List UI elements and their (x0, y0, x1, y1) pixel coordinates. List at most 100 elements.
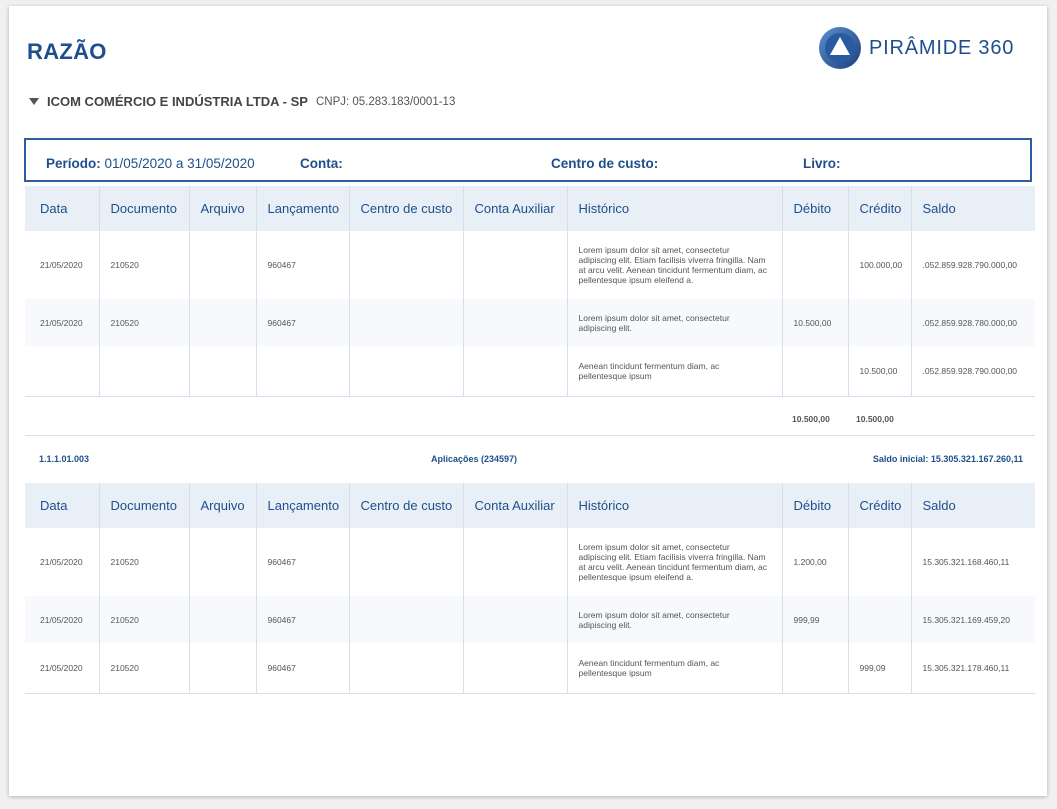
col-credito-header[interactable]: Crédito (847, 483, 911, 528)
col-arquivo-cell (188, 528, 256, 596)
col-arquivo-cell (188, 346, 256, 397)
col-documento-cell: 210520 (98, 299, 189, 346)
col-historico-cell: Lorem ipsum dolor sit amet, consectetur … (566, 299, 782, 346)
col-lancamento-cell: 960467 (255, 596, 349, 643)
col-data-cell (25, 346, 99, 397)
col-saldo-cell: 15.305.321.178.460,11 (910, 643, 1035, 694)
col-documento-cell (98, 346, 189, 397)
col-credito-header[interactable]: Crédito (847, 186, 911, 231)
table-row[interactable]: 21/05/2020 210520 960467 Lorem ipsum dolor … (25, 596, 1035, 643)
totals-row: 10.500,00 10.500,00 (25, 397, 1035, 436)
col-documento-cell: 210520 (98, 596, 189, 643)
col-lancamento-cell (255, 346, 349, 397)
col-data-header[interactable]: Data (25, 186, 99, 231)
col-conta-auxiliar-cell (462, 596, 567, 643)
col-arquivo-cell (188, 596, 256, 643)
col-saldo-cell: .052.859.928.780.000,00 (910, 299, 1035, 346)
col-data-header[interactable]: Data (25, 483, 99, 528)
col-historico-cell: Lorem ipsum dolor sit amet, consectetur … (566, 596, 782, 643)
col-data-cell: 21/05/2020 (25, 643, 99, 694)
col-debito-cell: 1.200,00 (781, 528, 848, 596)
col-conta-auxiliar-cell (462, 643, 567, 694)
col-arquivo-header[interactable]: Arquivo (188, 186, 256, 231)
col-historico-cell: Lorem ipsum dolor sit amet, consectetur … (566, 231, 782, 299)
col-credito-cell (847, 299, 911, 346)
col-credito-cell (847, 528, 911, 596)
account-row: 1.1.1.01.003 Aplicações (234597) Saldo i… (25, 444, 1035, 474)
col-credito-cell: 999,09 (847, 643, 911, 694)
col-centro-custo-cell (348, 231, 463, 299)
table-row[interactable]: 21/05/2020 210520 960467 Lorem ipsum dolor … (25, 231, 1035, 299)
col-data-cell: 21/05/2020 (40, 260, 83, 270)
col-credito-cell: 100.000,00 (847, 231, 911, 299)
col-saldo-cell: 15.305.321.169.459,20 (910, 596, 1035, 643)
col-centro-custo-cell (348, 299, 463, 346)
col-centro-custo-cell (348, 346, 463, 397)
table-row[interactable]: 21/05/2020 210520 960467 Lorem ipsum dolor … (25, 528, 1035, 596)
col-saldo-header[interactable]: Saldo (910, 186, 1035, 231)
col-documento-cell: 210520 (98, 231, 189, 299)
col-lancamento-header[interactable]: Lançamento (255, 186, 349, 231)
col-centro-custo-cell (348, 643, 463, 694)
col-data-cell: 21/05/2020 (40, 557, 83, 567)
periodo-label: Período: (46, 156, 101, 171)
col-arquivo-header[interactable]: Arquivo (188, 483, 256, 528)
col-saldo-cell: 15.305.321.168.460,11 (910, 528, 1035, 596)
account-code: 1.1.1.01.003 (39, 454, 90, 464)
col-debito-cell: 10.500,00 (781, 299, 848, 346)
table-header-row: Data Documento Arquivo Lançamento Centro de … (25, 483, 1035, 528)
brand-name: PIRÂMIDE 360 (869, 36, 1015, 59)
page-title: RAZÃO (27, 39, 107, 64)
col-documento-header[interactable]: Documento (98, 186, 189, 231)
table-row[interactable]: Aenean tincidunt fermentum diam, ac pell… (25, 346, 1035, 397)
col-historico-cell: Lorem ipsum dolor sit amet, consectetur … (566, 528, 782, 596)
caret-down-icon[interactable] (29, 98, 39, 105)
col-arquivo-cell (188, 299, 256, 346)
col-conta-auxiliar-header[interactable]: Conta Auxiliar (462, 483, 567, 528)
col-saldo-cell: .052.859.928.790.000,00 (910, 346, 1035, 397)
col-credito-cell (847, 596, 911, 643)
saldo-inicial: Saldo inicial: 15.305.321.167.260,11 (872, 454, 1023, 464)
company-header[interactable]: ICOM COMÉRCIO E INDÚSTRIA LTDA - SP CNPJ… (29, 94, 455, 109)
col-debito-cell (781, 346, 848, 397)
filter-centro-custo: Centro de custo: (551, 156, 659, 171)
brand-logo: PIRÂMIDE 360 (818, 26, 1014, 70)
col-historico-header[interactable]: Histórico (566, 483, 782, 528)
col-debito-cell: 999,99 (781, 596, 848, 643)
table-header-row: Data Documento Arquivo Lançamento Centro de … (25, 186, 1035, 231)
col-data-cell: 21/05/2020 (25, 299, 99, 346)
col-centro-custo-header[interactable]: Centro de custo (348, 483, 463, 528)
col-credito-cell: 10.500,00 (847, 346, 911, 397)
filter-periodo: Período: 01/05/2020 a 31/05/2020 (46, 156, 255, 171)
total-credito: 10.500,00 (856, 414, 894, 424)
table-row[interactable]: 21/05/2020 210520 960467 Lorem ipsum dolor … (25, 299, 1035, 346)
pyramid-logo-icon (819, 27, 861, 69)
col-centro-custo-cell (348, 596, 463, 643)
col-saldo-cell: .052.859.928.790.000,00 (910, 231, 1035, 299)
total-debito: 10.500,00 (792, 414, 830, 424)
col-historico-header[interactable]: Histórico (566, 186, 782, 231)
col-historico-cell: Aenean tincidunt fermentum diam, ac pell… (566, 346, 782, 397)
col-debito-header[interactable]: Débito (781, 186, 848, 231)
col-conta-auxiliar-cell (462, 231, 567, 299)
col-conta-auxiliar-header[interactable]: Conta Auxiliar (462, 186, 567, 231)
ledger-table-1: Data Documento Arquivo Lançamento Centro de … (25, 186, 1035, 397)
filter-bar: Período: 01/05/2020 a 31/05/2020 Conta: … (24, 138, 1032, 182)
col-saldo-header[interactable]: Saldo (910, 483, 1035, 528)
col-lancamento-cell: 960467 (255, 528, 349, 596)
col-documento-header[interactable]: Documento (98, 483, 189, 528)
periodo-value: 01/05/2020 a 31/05/2020 (104, 156, 255, 171)
col-centro-custo-header[interactable]: Centro de custo (348, 186, 463, 231)
col-lancamento-header[interactable]: Lançamento (255, 483, 349, 528)
col-debito-header[interactable]: Débito (781, 483, 848, 528)
ledger-table-2: Data Documento Arquivo Lançamento Centro de … (25, 483, 1035, 694)
col-conta-auxiliar-cell (462, 346, 567, 397)
col-data-cell: 21/05/2020 (25, 596, 99, 643)
col-arquivo-cell (188, 643, 256, 694)
ledger-report: RAZÃO PIRÂMIDE 360 ICOM COMÉRCIO E INDÚS… (9, 6, 1047, 796)
table-row[interactable]: 21/05/2020 210520 960467 Aenean tincidunt f… (25, 643, 1035, 694)
company-name: ICOM COMÉRCIO E INDÚSTRIA LTDA - SP (47, 94, 308, 109)
col-debito-cell (781, 231, 848, 299)
col-centro-custo-cell (348, 528, 463, 596)
col-documento-cell: 210520 (98, 528, 189, 596)
